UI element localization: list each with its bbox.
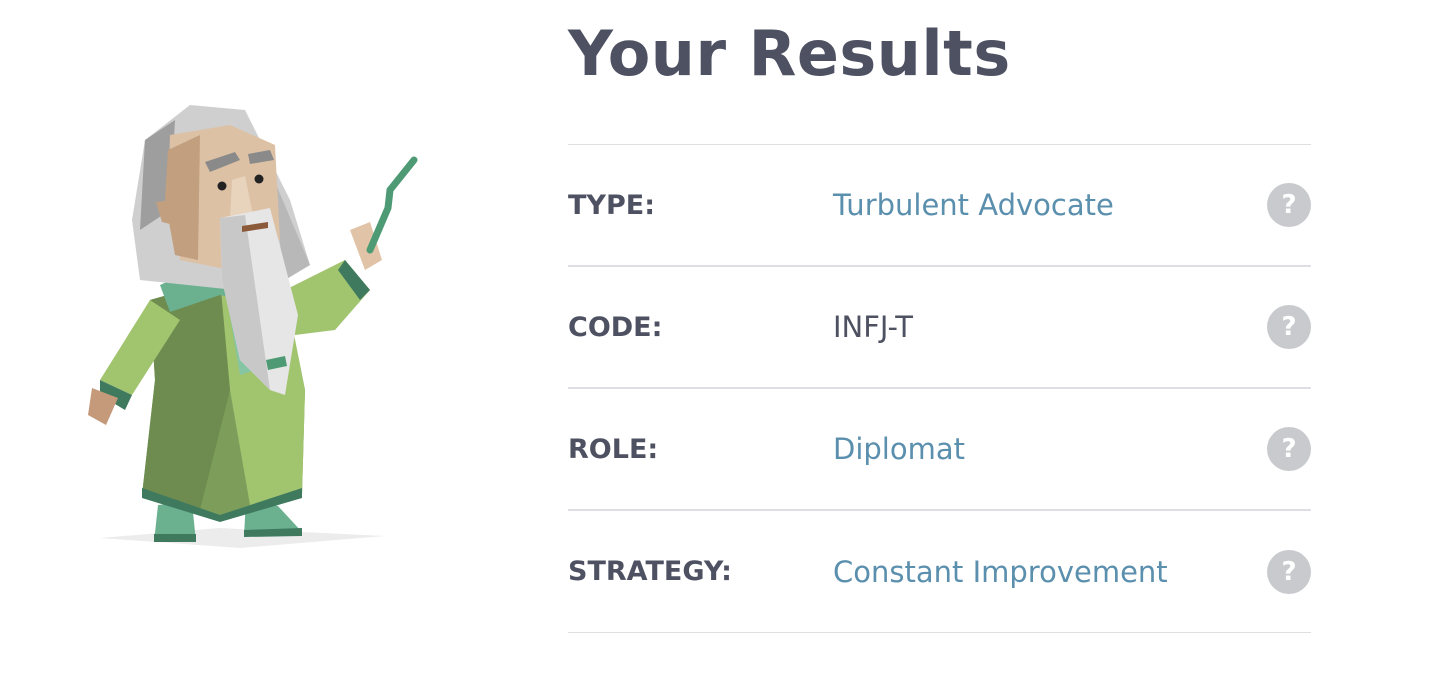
role-help-button[interactable]: ? [1267,427,1311,471]
results-panel: Your Results TYPE: Turbulent Advocate ? … [568,0,1311,633]
result-row-code: CODE: INFJ-T ? [568,267,1311,389]
row-label: CODE: [568,311,663,343]
page-title: Your Results [568,17,1011,90]
row-label: ROLE: [568,433,659,465]
code-help-button[interactable]: ? [1267,305,1311,349]
result-row-role: ROLE: Diplomat ? [568,389,1311,511]
row-label: TYPE: [568,189,655,221]
strategy-value-link[interactable]: Constant Improvement [833,555,1267,589]
result-row-strategy: STRATEGY: Constant Improvement ? [568,511,1311,633]
result-row-type: TYPE: Turbulent Advocate ? [568,145,1311,267]
row-label: STRATEGY: [568,556,732,587]
results-page: Your Results TYPE: Turbulent Advocate ? … [0,0,1431,676]
results-table: TYPE: Turbulent Advocate ? CODE: INFJ-T … [568,144,1311,633]
advocate-character-illustration [88,105,418,548]
type-help-button[interactable]: ? [1267,183,1311,227]
role-value-link[interactable]: Diplomat [833,432,1267,466]
code-value: INFJ-T [833,310,913,344]
type-value-link[interactable]: Turbulent Advocate [833,188,1267,222]
strategy-help-button[interactable]: ? [1267,549,1311,594]
